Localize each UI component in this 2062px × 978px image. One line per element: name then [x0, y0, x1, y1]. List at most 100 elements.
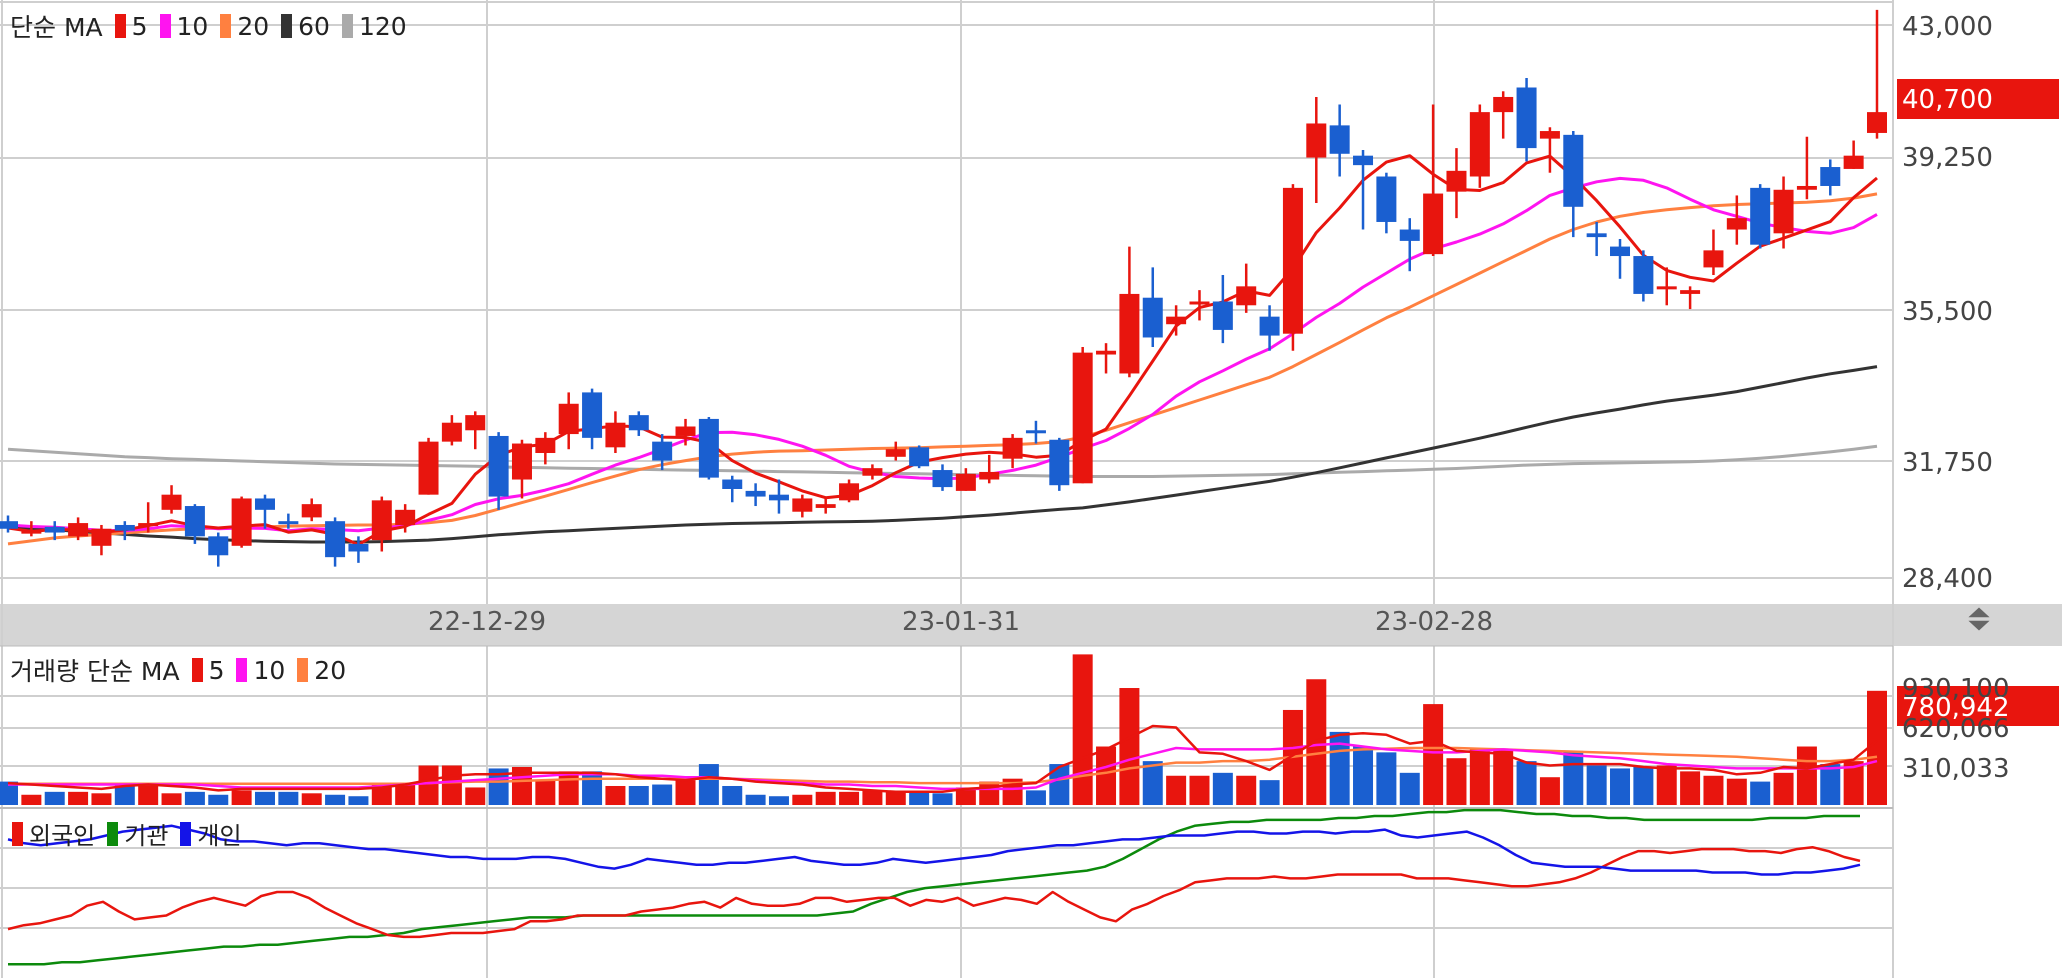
volume-bar [1353, 746, 1374, 805]
volume-legend-title: 거래량 단순 MA [10, 657, 180, 686]
candle-body [698, 418, 719, 478]
candle-body [1353, 155, 1374, 166]
volume-bar [1189, 775, 1210, 805]
volume-bar [1119, 688, 1140, 805]
volume-bar [1750, 781, 1771, 805]
candle-body [0, 521, 18, 529]
axis-band[interactable] [0, 604, 2062, 646]
candle-body [395, 509, 416, 525]
volume-bar [1726, 778, 1747, 805]
candle-body [1399, 229, 1420, 241]
candle-body [979, 471, 1000, 480]
price-legend-title: 단순 MA [10, 13, 103, 42]
institution-swatch [107, 821, 119, 846]
candle-body [441, 422, 462, 442]
volume-bar [1796, 746, 1817, 805]
date-label: 22-12-29 [427, 607, 547, 637]
price-ma-legend: 단순 MA 5 10 20 60 120 [10, 8, 407, 44]
candle-body [1376, 176, 1397, 222]
candle-body [1843, 155, 1864, 169]
volume-bar [1212, 772, 1233, 805]
volume-bar [698, 764, 719, 805]
volume-bar [792, 794, 813, 805]
ma-lines [7, 154, 1878, 966]
volume-bar [1166, 775, 1187, 805]
candle-body [1539, 131, 1560, 139]
volume-bar [862, 790, 883, 805]
volume-bar [722, 785, 743, 805]
volume-bar [325, 794, 346, 805]
ma10-label: 10 [176, 11, 209, 41]
candle-body [1236, 286, 1257, 306]
candle-body [465, 415, 486, 431]
ma60-swatch [281, 14, 293, 38]
stock-chart: { "price_legend": {"title":"단순 MA","item… [0, 0, 2062, 978]
candle-body [1726, 218, 1747, 230]
resize-handle-icon[interactable] [1964, 604, 1994, 634]
volume-bar [1376, 752, 1397, 805]
volume-bar [1539, 777, 1560, 805]
volume-ma-legend: 거래량 단순 MA 5 10 20 [10, 652, 346, 688]
candle-body [1049, 439, 1070, 486]
candle-body [511, 443, 532, 480]
investor-legend: 외국인 기관 개인 [10, 816, 242, 851]
candle-body [1142, 297, 1163, 338]
ma5-label: 5 [131, 11, 148, 41]
candle-body [231, 498, 252, 546]
candle-body [582, 392, 603, 438]
candle-body [885, 449, 906, 457]
volume-bar [208, 794, 229, 805]
candle-body [768, 494, 789, 501]
volume-bar [1072, 654, 1093, 805]
ma120-label: 120 [358, 11, 407, 41]
date-label: 23-02-28 [1374, 607, 1494, 637]
candle-body [722, 479, 743, 489]
volume-bar [1516, 761, 1537, 805]
ma60-label: 60 [298, 11, 330, 41]
institution-label: 기관 [124, 822, 169, 850]
candle-body [955, 473, 976, 491]
volume-bar [1423, 704, 1444, 805]
volume-bar [301, 793, 322, 805]
candle-body [652, 441, 673, 461]
price-axis-label: 35,500 [1902, 297, 1993, 327]
volume-bar [21, 794, 42, 805]
candle-body [1446, 170, 1467, 192]
candle-body [932, 470, 953, 488]
volume-bar [1236, 775, 1257, 805]
volume-bar [1493, 749, 1514, 805]
candle-body [605, 422, 626, 448]
candle-body [1516, 87, 1537, 149]
candle-body [21, 530, 42, 534]
candle-body [1750, 187, 1771, 245]
price-axis-label: 39,250 [1902, 143, 1993, 173]
volume-bar [231, 790, 252, 805]
volume-bar [1773, 772, 1794, 805]
candle-body [184, 506, 205, 537]
volume-bar [605, 785, 626, 805]
volume-bar [909, 791, 930, 805]
candle-body [208, 536, 229, 556]
candle-body [1423, 193, 1444, 255]
volume-bar [395, 784, 416, 805]
vol-ma10-swatch [236, 658, 248, 682]
individual-line [7, 824, 1861, 876]
candle-body [68, 523, 89, 537]
candle-body [1796, 185, 1817, 190]
candle-body [839, 483, 860, 501]
price-axis-label: 28,400 [1902, 564, 1993, 594]
volume-bar [1049, 764, 1070, 805]
ma20-swatch [220, 14, 232, 38]
volume-bar [278, 791, 299, 805]
volume-bar [932, 793, 953, 805]
candle-body [1306, 123, 1327, 158]
volume-bar [839, 791, 860, 805]
volume-bar [1586, 765, 1607, 805]
vol-ma5-swatch [191, 658, 203, 682]
ma120-swatch [341, 14, 353, 38]
candle-body [1656, 286, 1677, 290]
candle-body [1166, 316, 1187, 325]
candle-body [91, 528, 112, 546]
candle-body [675, 426, 696, 436]
candle-body [862, 468, 883, 476]
